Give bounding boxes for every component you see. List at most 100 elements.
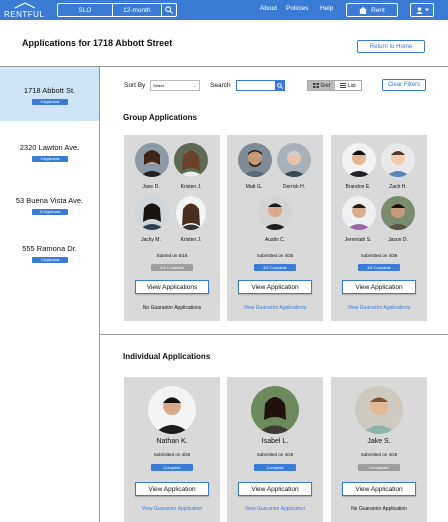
view-guarantor-link[interactable]: View Guarantor Application [124, 506, 220, 512]
member-name: Jacky M. [141, 237, 161, 243]
individual-application-card: Nathan K. Submitted on 4/25 Complete Vie… [124, 377, 220, 522]
applicant-avatar [381, 143, 415, 177]
user-menu-button[interactable] [410, 3, 434, 17]
applicant-avatar [251, 386, 299, 434]
group-applications-heading: Group Applications [123, 113, 197, 122]
return-home-button[interactable]: Return to Home [357, 40, 425, 53]
status-badge: 4/4 Complete [358, 264, 400, 271]
applicant-avatar [135, 143, 169, 177]
house-roof-icon [14, 2, 36, 9]
member-name: Austin C. [264, 237, 286, 243]
submitted-date: Submitted on 4/25 [256, 253, 294, 258]
user-icon [415, 6, 423, 14]
applicant-avatar [238, 143, 272, 177]
submitted-date: Submitted on 4/25 [153, 452, 191, 457]
nav-search-button[interactable] [162, 4, 176, 16]
individual-application-card: Isabel L. Submitted on 4/25 Complete Vie… [227, 377, 323, 522]
view-application-button[interactable]: View Application [135, 482, 209, 496]
sidebar-item-address: 555 Ramona Dr. [22, 244, 77, 253]
view-guarantor-link[interactable]: View Guarantor Applications [227, 305, 323, 311]
applicant-avatar [174, 143, 208, 177]
rentful-logo[interactable]: RENTFUL [4, 1, 46, 19]
sidebar-item-address: 2320 Lawton Ave. [19, 143, 80, 152]
status-badge: Complete [151, 464, 193, 471]
sort-select[interactable]: Select ⌄ [150, 80, 200, 91]
member-name: Matt G. [245, 184, 263, 190]
applicant-avatar [277, 143, 311, 177]
view-toggle[interactable]: Grid List [307, 80, 362, 91]
view-guarantor-link[interactable]: View Guarantor Application [227, 506, 323, 512]
applicant-name: Jake S. [367, 438, 391, 445]
view-application-button[interactable]: View Applications [135, 280, 209, 294]
applicant-avatar [355, 386, 403, 434]
view-application-button[interactable]: View Application [238, 280, 312, 294]
clear-filters-button[interactable]: Clear Filters [382, 79, 426, 91]
sort-by-label: Sort By [124, 82, 146, 89]
chevron-down-icon [424, 8, 429, 12]
rent-label: Rent [371, 6, 385, 14]
sidebar-item-53-buena-vista[interactable]: 53 Buena Vista Ave. 10 Applicants [0, 175, 99, 229]
status-badge: 3/3 Complete [254, 264, 296, 271]
applicant-avatar [342, 143, 376, 177]
sidebar-item-1718-abbott[interactable]: 1718 Abbott St. 8 Applicants [0, 67, 99, 121]
nav-link-about[interactable]: About [260, 5, 277, 12]
applicant-avatar [258, 196, 292, 230]
view-application-button[interactable]: View Application [238, 482, 312, 496]
page-title: Applications for 1718 Abbott Street [22, 38, 173, 48]
search-icon [165, 6, 173, 14]
grid-icon [312, 83, 319, 88]
submitted-date: Started on 5/16 [156, 253, 188, 258]
brand-name: RENTFUL [4, 10, 45, 19]
rent-button[interactable]: Rent [346, 3, 398, 17]
nav-link-help[interactable]: Help [320, 5, 333, 12]
submitted-date: Submitted on 4/25 [360, 452, 398, 457]
location-field[interactable]: SLO [58, 4, 113, 16]
search-input[interactable] [236, 80, 276, 91]
list-view-option[interactable]: List [335, 81, 362, 90]
member-name: Jason D. [388, 237, 408, 243]
sidebar-item-address: 1718 Abbott St. [23, 86, 76, 95]
list-label: List [347, 82, 356, 89]
sidebar-item-2320-lawton[interactable]: 2320 Lawton Ave. 5 Applicants [0, 121, 99, 175]
individual-application-card: Jake S. Submitted on 4/25 Incomplete Vie… [331, 377, 427, 522]
sidebar-item-555-ramona[interactable]: 555 Ramona Dr. 3 Applicants [0, 229, 99, 283]
member-name: Jeremiah S. [344, 237, 372, 243]
member-name: Zach H. [389, 184, 407, 190]
applicant-avatar [135, 196, 169, 230]
property-sidebar: 1718 Abbott St. 8 Applicants 2320 Lawton… [0, 67, 100, 522]
nav-link-policies[interactable]: Policies [286, 5, 308, 12]
group-application-card: Jane D. Kristen J. Jacky M. Kristen J. S… [124, 135, 220, 321]
sort-select-value: Select [153, 83, 165, 88]
applicant-name: Isabel L. [261, 438, 289, 445]
view-application-button[interactable]: View Application [342, 280, 416, 294]
top-nav: RENTFUL SLO 12-month About Policies Help… [0, 0, 448, 20]
nav-search-bar[interactable]: SLO 12-month [57, 3, 177, 17]
applicant-avatar [148, 386, 196, 434]
term-field[interactable]: 12-month [113, 4, 163, 16]
individual-applications-heading: Individual Applications [123, 352, 211, 361]
applicant-avatar [176, 196, 206, 230]
grid-view-option[interactable]: Grid [308, 81, 335, 90]
grid-label: Grid [320, 82, 330, 89]
member-name: Kristen J. [180, 237, 202, 243]
search-button[interactable] [275, 80, 285, 91]
member-name: Derrick H. [282, 184, 306, 190]
status-badge: Complete [254, 464, 296, 471]
group-application-card: Matt G. Derrick H. Austin C. Submitted o… [227, 135, 323, 321]
home-icon [359, 6, 368, 14]
applicant-count-badge: 3 Applicants [32, 257, 68, 263]
submitted-date: Submitted on 4/26 [360, 253, 398, 258]
submitted-date: Submitted on 4/25 [256, 452, 294, 457]
applicant-avatar [342, 196, 376, 230]
search-icon [277, 82, 283, 89]
guarantor-status: No Guarantor Application [351, 506, 407, 512]
applicant-count-badge: 8 Applicants [32, 99, 68, 105]
sidebar-item-address: 53 Buena Vista Ave. [15, 196, 84, 205]
group-application-card: Brandon E. Zach H. Jeremiah S. Jason D. … [331, 135, 427, 321]
view-application-button[interactable]: View Application [342, 482, 416, 496]
view-guarantor-link[interactable]: View Guarantor Applications [331, 305, 427, 311]
status-badge: Incomplete [358, 464, 400, 471]
member-name: Kristen J. [180, 184, 202, 190]
applicant-avatar [381, 196, 415, 230]
applicant-count-badge: 5 Applicants [32, 156, 68, 162]
